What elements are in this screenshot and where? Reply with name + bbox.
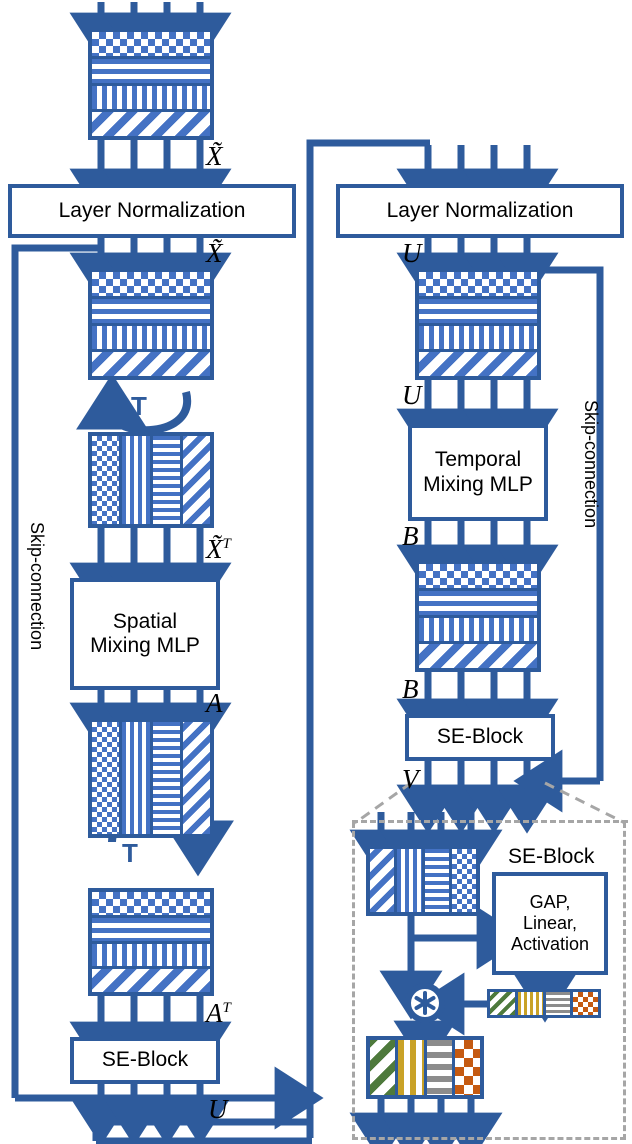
- label-x-tilde-input: X̃: [206, 141, 223, 171]
- spatial-mixing-mlp[interactable]: Spatial Mixing MLP: [70, 578, 220, 690]
- band-horz: [152, 722, 183, 834]
- tile-a-transposed: [88, 888, 214, 996]
- band-horz: [419, 298, 537, 326]
- layer-normalization-right-label: Layer Normalization: [386, 198, 574, 222]
- layer-normalization-right[interactable]: Layer Normalization: [336, 184, 624, 238]
- label-x-tilde-after-norm: X̃: [206, 238, 223, 268]
- se-block-detail-caption: SE-Block: [508, 845, 595, 868]
- band-diag: [182, 436, 210, 524]
- band-vert: [419, 325, 537, 353]
- band-check: [92, 32, 210, 59]
- tile-a: [88, 718, 214, 838]
- band-diag: [92, 352, 210, 376]
- label-u-after-norm: U: [402, 238, 422, 268]
- label-u-left-out: U: [208, 1094, 228, 1124]
- gap-line-2: Linear,: [522, 913, 578, 934]
- band-vert: [397, 849, 425, 912]
- label-b-mlp-out: B: [402, 521, 419, 551]
- band-horz: [92, 58, 210, 86]
- band-vert: [92, 943, 210, 970]
- band-horz: [424, 849, 452, 912]
- band-diag: [92, 112, 210, 136]
- skip-connection-left-label: Skip-connection: [27, 522, 47, 651]
- tile-se-weights: [487, 989, 601, 1018]
- band-diag: [419, 352, 537, 376]
- diagram-canvas: X̃ Layer Normalization X̃ T X̃T Spatial …: [0, 0, 632, 1144]
- se-block-right[interactable]: SE-Block: [405, 714, 555, 761]
- band-horz: [152, 436, 183, 524]
- temporal-mixing-mlp[interactable]: Temporal Mixing MLP: [408, 424, 548, 521]
- layer-normalization-left-label: Layer Normalization: [58, 198, 246, 222]
- band-horz: [419, 590, 537, 618]
- band-diag: [419, 644, 537, 668]
- label-v: V: [402, 764, 419, 794]
- transpose-badge-2: T: [122, 838, 138, 868]
- se-block-right-label: SE-Block: [436, 725, 524, 749]
- band-vert: [122, 436, 153, 524]
- spatial-mixing-mlp-line2: Mixing MLP: [90, 634, 200, 657]
- gap-line-1: GAP,: [529, 892, 571, 913]
- band-gray-horz: [545, 992, 574, 1015]
- band-diag: [92, 969, 210, 992]
- band-gold-vert: [517, 992, 546, 1015]
- band-check: [419, 272, 537, 299]
- band-orange-check: [573, 992, 598, 1015]
- gap-line-3: Activation: [510, 933, 590, 954]
- band-green-diag: [490, 992, 518, 1015]
- band-vert: [92, 85, 210, 113]
- band-check: [92, 892, 210, 918]
- band-horz: [92, 298, 210, 326]
- band-orange-check: [454, 1040, 480, 1095]
- temporal-mixing-mlp-line1: Temporal: [434, 448, 522, 472]
- transpose-badge-1: T: [131, 391, 147, 421]
- band-check: [419, 564, 537, 591]
- tile-u: [415, 268, 541, 380]
- gap-linear-activation-box[interactable]: GAP, Linear, Activation: [492, 872, 608, 975]
- band-diag: [182, 722, 210, 834]
- label-b-after-tile: B: [402, 674, 419, 704]
- label-u-before-mlp: U: [402, 380, 422, 410]
- band-vert: [419, 617, 537, 645]
- band-gold-vert: [398, 1040, 427, 1095]
- label-a-transposed: AT: [206, 998, 231, 1028]
- band-check: [451, 849, 476, 912]
- se-block-left[interactable]: SE-Block: [70, 1037, 220, 1084]
- tile-x-tilde-transposed: [88, 432, 214, 528]
- band-check: [92, 272, 210, 299]
- se-panel-top-edge: [352, 820, 628, 828]
- band-vert: [122, 722, 153, 834]
- label-x-tilde-transposed: X̃T: [206, 534, 231, 564]
- tile-b: [415, 560, 541, 672]
- tile-x-tilde: [88, 268, 214, 380]
- skip-connection-right-label: Skip-connection: [581, 400, 601, 529]
- band-check: [92, 722, 123, 834]
- layer-normalization-left[interactable]: Layer Normalization: [8, 184, 296, 238]
- band-gray-horz: [426, 1040, 455, 1095]
- band-diag: [370, 849, 398, 912]
- band-vert: [92, 325, 210, 353]
- tile-input-x: [88, 28, 214, 140]
- se-block-left-label: SE-Block: [101, 1048, 189, 1072]
- band-green-diag: [370, 1040, 399, 1095]
- band-check: [92, 436, 123, 524]
- tile-se-input: [366, 845, 480, 916]
- temporal-mixing-mlp-line2: Mixing MLP: [423, 472, 533, 496]
- tile-se-output: [366, 1036, 484, 1099]
- band-horz: [92, 917, 210, 944]
- spatial-mixing-mlp-line1: Spatial: [112, 609, 178, 633]
- label-a: A: [206, 688, 223, 718]
